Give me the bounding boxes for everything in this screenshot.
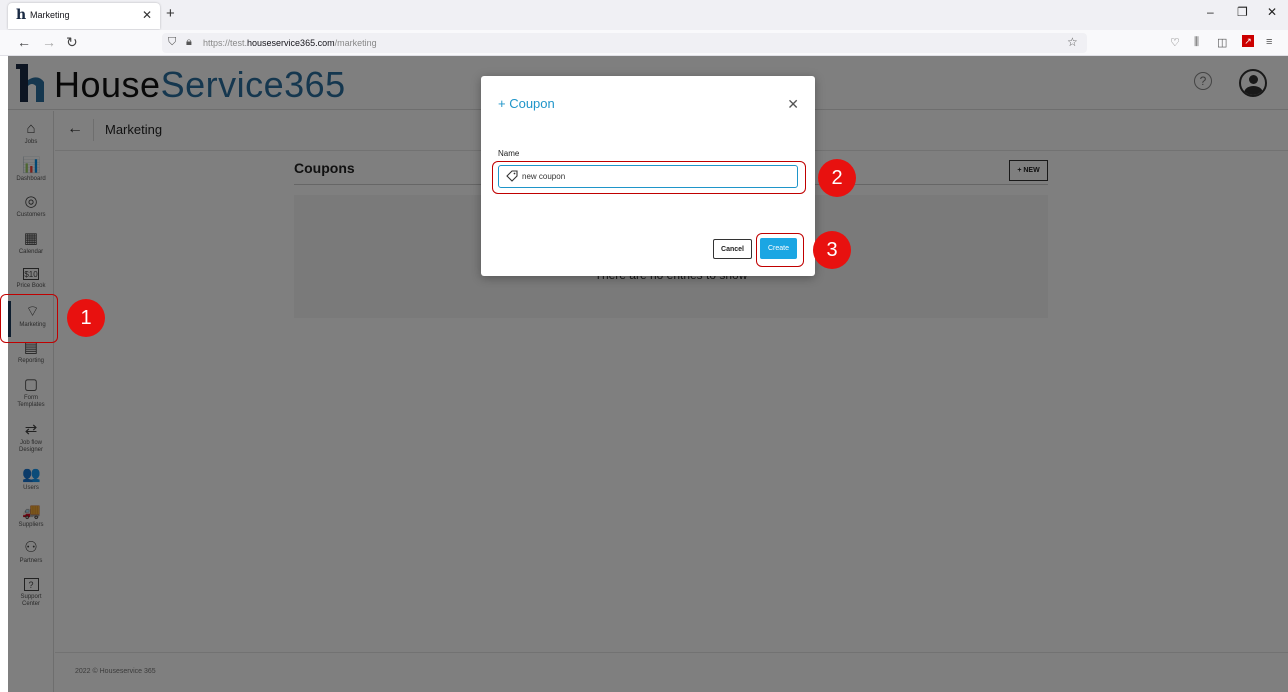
minimize-icon[interactable]: – <box>1207 5 1214 19</box>
tab-title: Marketing <box>30 10 70 20</box>
close-icon[interactable]: ✕ <box>787 96 799 113</box>
bookmark-star-icon[interactable]: ☆ <box>1067 35 1078 49</box>
forward-icon[interactable]: → <box>42 34 56 50</box>
lock-icon: 🔒︎ <box>186 36 192 48</box>
highlight-marketing <box>0 294 58 343</box>
shield-icon: ⛉ <box>168 36 177 48</box>
highlight-create-button <box>756 233 804 267</box>
url-text: https://test.houseservice365.com/marketi… <box>203 38 377 48</box>
step-1-badge: 1 <box>67 299 105 337</box>
url-bar[interactable]: ⛉ 🔒︎ https://test.houseservice365.com/ma… <box>162 33 1087 53</box>
reload-icon[interactable]: ↻ <box>66 34 78 51</box>
back-icon[interactable]: ← <box>17 34 31 50</box>
cancel-button[interactable]: Cancel <box>713 239 752 259</box>
menu-icon[interactable]: ≡ <box>1266 36 1272 48</box>
dialog-title: + Coupon <box>498 96 555 111</box>
favicon-icon: h <box>16 7 27 23</box>
browser-tab-bar: h Marketing ✕ + – ❐ ✕ <box>0 0 1288 30</box>
sidebar-toggle-icon[interactable]: ◫ <box>1217 36 1227 49</box>
pocket-icon[interactable]: ♡ <box>1170 36 1180 49</box>
restore-icon[interactable]: ❐ <box>1237 5 1248 19</box>
name-label: Name <box>498 149 520 158</box>
highlight-name-input <box>492 161 806 194</box>
tab-close-icon[interactable]: ✕ <box>142 8 152 22</box>
step-3-badge: 3 <box>813 231 851 269</box>
browser-tab[interactable]: h Marketing ✕ <box>8 3 160 29</box>
library-icon[interactable]: ⫼ <box>1194 36 1199 49</box>
new-tab-button[interactable]: + <box>166 5 175 22</box>
browser-nav-bar: ← → ↻ ⛉ 🔒︎ https://test.houseservice365.… <box>0 30 1288 56</box>
close-window-icon[interactable]: ✕ <box>1267 5 1277 19</box>
step-2-badge: 2 <box>818 159 856 197</box>
extension-icon[interactable]: ↗ <box>1242 35 1254 47</box>
